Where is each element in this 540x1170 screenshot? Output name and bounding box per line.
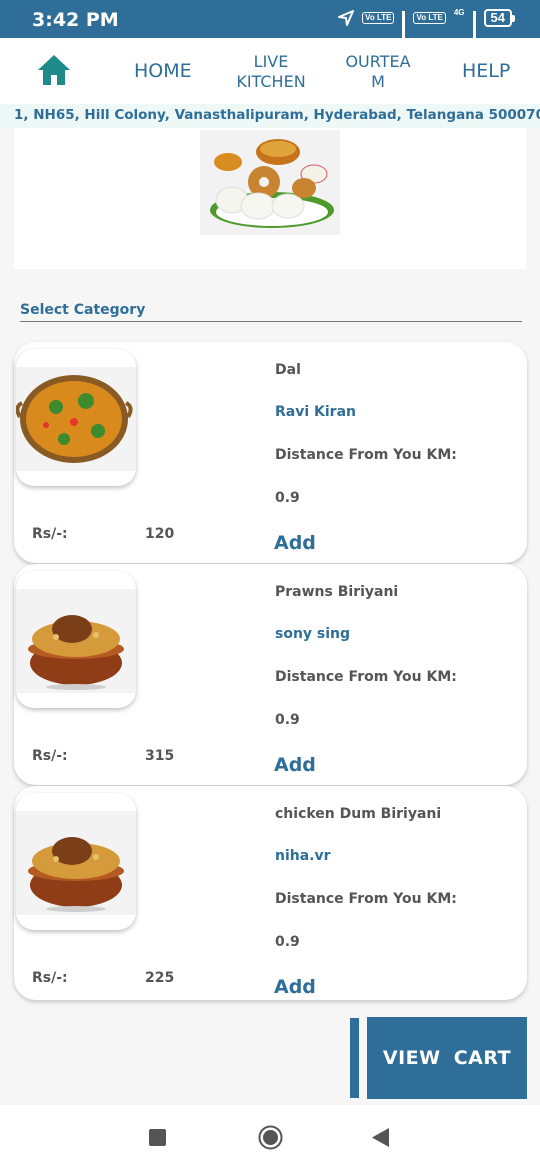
nav-home[interactable]: HOME (134, 61, 192, 81)
food-name: chicken Dum Biriyani (275, 806, 442, 822)
select-category-dropdown[interactable]: Select Category (20, 302, 522, 322)
food-image-box (16, 349, 136, 486)
recents-icon[interactable] (149, 1129, 166, 1146)
add-button[interactable]: Add (274, 754, 316, 776)
status-bar: 3:42 PM Vo LTE Vo LTE 4G 54 (0, 0, 540, 46)
dal-image (16, 375, 133, 463)
volte-icon-2: Vo LTE (413, 12, 446, 24)
signal-icon-2 (472, 11, 476, 46)
add-button[interactable]: Add (274, 532, 316, 554)
food-name: Prawns Biriyani (275, 584, 399, 600)
banner-card (14, 128, 526, 269)
system-nav-bar (0, 1105, 540, 1170)
distance-label: Distance From You KM: (275, 669, 457, 685)
chef-name: sony sing (275, 626, 351, 642)
biryani-image (28, 615, 124, 690)
nav-live-kitchen-line2: KITCHEN (236, 72, 306, 91)
biryani-image (28, 837, 124, 912)
distance-label: Distance From You KM: (275, 891, 457, 907)
price-value: 225 (145, 970, 175, 986)
price-label: Rs/-: (32, 970, 68, 986)
price-label: Rs/-: (32, 526, 68, 542)
price-value: 315 (145, 748, 175, 764)
distance-value: 0.9 (275, 490, 300, 506)
nav-help[interactable]: HELP (462, 61, 510, 81)
volte-icon: Vo LTE (362, 12, 395, 24)
home-circle-icon[interactable] (258, 1125, 283, 1150)
view-cart-button[interactable]: VIEW CART (367, 1017, 527, 1099)
cart-side-bar (350, 1018, 359, 1098)
food-card: Dal Ravi Kiran Distance From You KM: 0.9… (14, 342, 527, 563)
nav-our-team[interactable]: OURTEA M (344, 52, 412, 92)
address-text: 1, NH65, Hill Colony, Vanasthalipuram, H… (0, 104, 540, 128)
location-arrow-icon (338, 10, 355, 26)
food-card: Prawns Biriyani sony sing Distance From … (14, 564, 527, 785)
add-button[interactable]: Add (274, 976, 316, 998)
nav-live-kitchen[interactable]: LIVE KITCHEN (236, 52, 306, 92)
food-image-box (16, 793, 136, 930)
food-card: chicken Dum Biriyani niha.vr Distance Fr… (14, 786, 527, 1000)
top-navbar: HOME LIVE KITCHEN OURTEA M HELP (0, 38, 540, 104)
distance-value: 0.9 (275, 712, 300, 728)
network-type: 4G (453, 7, 465, 17)
signal-icon (402, 11, 406, 46)
distance-value: 0.9 (275, 934, 300, 950)
nav-our-team-line1: OURTEA (345, 52, 411, 71)
chef-name: Ravi Kiran (275, 404, 356, 420)
battery-icon: 54 (483, 9, 516, 27)
back-icon[interactable] (372, 1128, 389, 1147)
food-name: Dal (275, 362, 301, 378)
banner-image (200, 130, 340, 235)
food-platter-image (210, 139, 334, 228)
price-value: 120 (145, 526, 175, 542)
nav-live-kitchen-line1: LIVE (253, 52, 289, 71)
chef-name: niha.vr (275, 848, 331, 864)
status-icons: Vo LTE Vo LTE 4G 54 (338, 7, 516, 46)
food-image-box (16, 571, 136, 708)
status-time: 3:42 PM (32, 9, 119, 31)
distance-label: Distance From You KM: (275, 447, 457, 463)
nav-our-team-line2: M (371, 72, 385, 91)
home-icon[interactable] (36, 53, 72, 87)
price-label: Rs/-: (32, 748, 68, 764)
